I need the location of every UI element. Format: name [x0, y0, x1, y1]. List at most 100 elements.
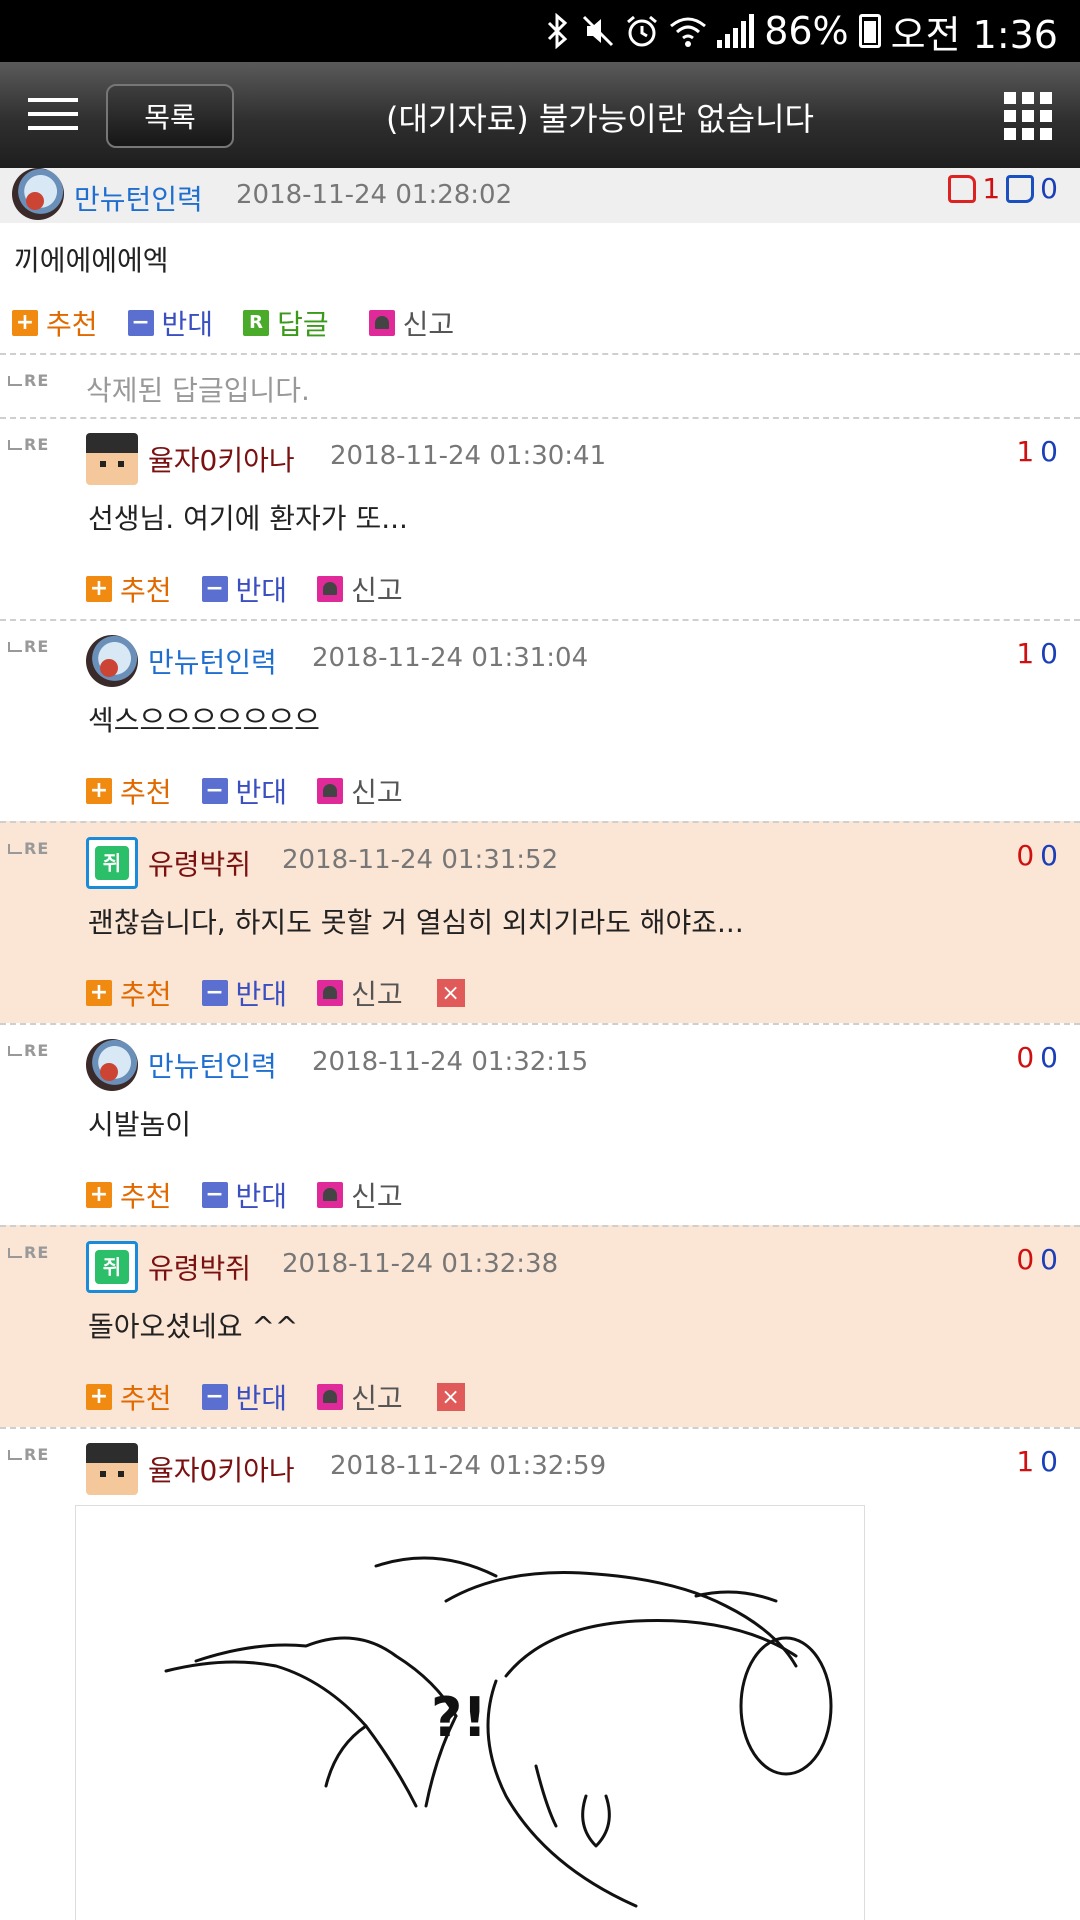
siren-icon	[317, 576, 344, 602]
deleted-reply: RE 삭제된 답글입니다.	[0, 353, 1080, 417]
avatar[interactable]: 쥐	[86, 1241, 138, 1293]
author-name[interactable]: 만뉴턴인력	[148, 1045, 277, 1085]
siren-icon	[317, 1384, 344, 1410]
report-button[interactable]: 신고	[317, 973, 403, 1013]
comment-actions: + 추천 − 반대 신고	[0, 761, 1080, 821]
plus-icon: +	[86, 576, 112, 602]
thumbs-down-icon	[1006, 174, 1035, 203]
vote-count: 10	[1016, 637, 1058, 670]
author-name[interactable]: 율자0키아나	[148, 439, 295, 479]
recommend-button[interactable]: + 추천	[86, 569, 172, 609]
avatar[interactable]	[86, 635, 138, 687]
menu-icon[interactable]	[28, 98, 78, 132]
minus-icon: −	[201, 1384, 228, 1410]
comment-text: 선생님. 여기에 환자가 또...	[88, 502, 408, 535]
author-name[interactable]: 만뉴턴인력	[148, 641, 277, 681]
page-title: (대기자료) 불가능이란 없습니다	[385, 100, 815, 138]
reply-arrow-icon: RE	[8, 371, 49, 390]
comment-text: 괜찮습니다, 하지도 못할 거 열심히 외치기라도 해야죠...	[88, 906, 744, 939]
comment-date: 2018-11-24 01:32:38	[282, 1249, 559, 1279]
siren-icon	[317, 980, 344, 1006]
avatar[interactable]	[86, 1039, 138, 1091]
plus-icon: +	[86, 778, 112, 804]
oppose-button[interactable]: − 반대	[201, 973, 287, 1013]
cartoon-drawing: ?!	[164, 1556, 833, 1908]
avatar[interactable]: 쥐	[86, 837, 138, 889]
comment-date: 2018-11-24 01:28:02	[236, 180, 513, 210]
delete-button[interactable]: ×	[436, 1383, 465, 1411]
avatar[interactable]	[12, 168, 64, 220]
avatar[interactable]	[86, 433, 138, 485]
comment-date: 2018-11-24 01:30:41	[330, 441, 607, 471]
battery-icon	[858, 14, 881, 48]
vote-count: 10	[1016, 435, 1058, 468]
author-name[interactable]: 유령박쥐	[148, 843, 251, 883]
clock: 오전 1:36	[890, 12, 1058, 57]
minus-icon: −	[201, 980, 228, 1006]
author-name[interactable]: 유령박쥐	[148, 1247, 251, 1287]
reply-comment: RE 쥐 유령박쥐 2018-11-24 01:32:38 00 돌아오셨네요 …	[0, 1225, 1080, 1427]
reply-comment: RE 율자0키아나 2018-11-24 01:32:59 10	[0, 1427, 1080, 1507]
vote-count: 00	[1016, 839, 1058, 872]
original-comment: 만뉴턴인력 2018-11-24 01:28:02 1 0 끼에에에에엑 + 추천…	[0, 168, 1080, 353]
bluetooth-icon	[548, 13, 568, 49]
reply-header: 만뉴턴인력 2018-11-24 01:31:04 10	[0, 621, 1080, 699]
plus-icon: +	[86, 1182, 112, 1208]
reply-comment: RE 율자0키아나 2018-11-24 01:30:41 10 선생님. 여기…	[0, 417, 1080, 619]
report-button[interactable]: 신고	[317, 1377, 403, 1417]
oppose-button[interactable]: − 반대	[201, 569, 287, 609]
vote-count: 00	[1016, 1243, 1058, 1276]
delete-button[interactable]: ×	[436, 979, 465, 1007]
comment-text: 섹스으으으으으으으	[88, 704, 320, 737]
reply-header: 쥐 유령박쥐 2018-11-24 01:31:52 00	[0, 823, 1080, 901]
recommend-button[interactable]: + 추천	[86, 771, 172, 811]
list-button[interactable]: 목록	[106, 84, 234, 148]
recommend-button[interactable]: + 추천	[12, 303, 98, 343]
recommend-button[interactable]: + 추천	[86, 973, 172, 1013]
comment-text: 돌아오셨네요 ^^	[88, 1310, 299, 1343]
report-button[interactable]: 신고	[317, 771, 403, 811]
battery-percent: 86%	[764, 9, 849, 53]
minus-icon: −	[127, 310, 154, 336]
comment-date: 2018-11-24 01:31:52	[282, 845, 559, 875]
author-name[interactable]: 율자0키아나	[148, 1449, 295, 1489]
status-bar: 86% 오전 1:36	[0, 0, 1080, 62]
oppose-button[interactable]: − 반대	[201, 1175, 287, 1215]
reply-comment: RE 만뉴턴인력 2018-11-24 01:32:15 00 시발놈이 + 추천…	[0, 1023, 1080, 1225]
mute-icon	[583, 15, 614, 47]
comment-text: 시발놈이	[88, 1108, 192, 1141]
comment-text: 끼에에에에엑	[14, 244, 169, 277]
reply-comment: RE 쥐 유령박쥐 2018-11-24 01:31:52 00 괜찮습니다, …	[0, 821, 1080, 1023]
author-name[interactable]: 만뉴턴인력	[74, 178, 203, 218]
comment-actions: + 추천 − 반대 R 답글 신고	[0, 293, 1080, 353]
avatar[interactable]	[86, 1443, 138, 1495]
status-icons: 86% 오전 1:36	[545, 8, 1058, 57]
comment-date: 2018-11-24 01:32:15	[312, 1047, 589, 1077]
thumbs-up-icon	[948, 174, 977, 203]
vote-count: 00	[1016, 1041, 1058, 1074]
report-button[interactable]: 신고	[368, 303, 454, 343]
report-button[interactable]: 신고	[317, 1175, 403, 1215]
oppose-button[interactable]: − 반대	[201, 1377, 287, 1417]
report-button[interactable]: 신고	[317, 569, 403, 609]
minus-icon: −	[201, 1182, 228, 1208]
deleted-reply-text: 삭제된 답글입니다.	[86, 374, 310, 407]
vote-count: 10	[1016, 1445, 1058, 1478]
comment-actions: + 추천 − 반대 신고	[0, 1165, 1080, 1225]
grid-menu-icon[interactable]	[1004, 92, 1052, 140]
plus-icon: +	[12, 310, 38, 336]
reply-header: 율자0키아나 2018-11-24 01:30:41 10	[0, 419, 1080, 497]
reply-header: 쥐 유령박쥐 2018-11-24 01:32:38 00	[0, 1227, 1080, 1305]
minus-icon: −	[201, 576, 228, 602]
oppose-button[interactable]: − 반대	[127, 303, 213, 343]
plus-icon: +	[86, 1384, 112, 1410]
recommend-button[interactable]: + 추천	[86, 1175, 172, 1215]
siren-icon	[368, 310, 395, 336]
close-icon: ×	[441, 1384, 460, 1410]
recommend-button[interactable]: + 추천	[86, 1377, 172, 1417]
reply-button[interactable]: R 답글	[243, 303, 329, 343]
attached-image[interactable]: ?!	[75, 1505, 865, 1920]
exclamation-text: ?!	[431, 1686, 487, 1749]
vote-count: 1 0	[948, 172, 1058, 205]
oppose-button[interactable]: − 반대	[201, 771, 287, 811]
